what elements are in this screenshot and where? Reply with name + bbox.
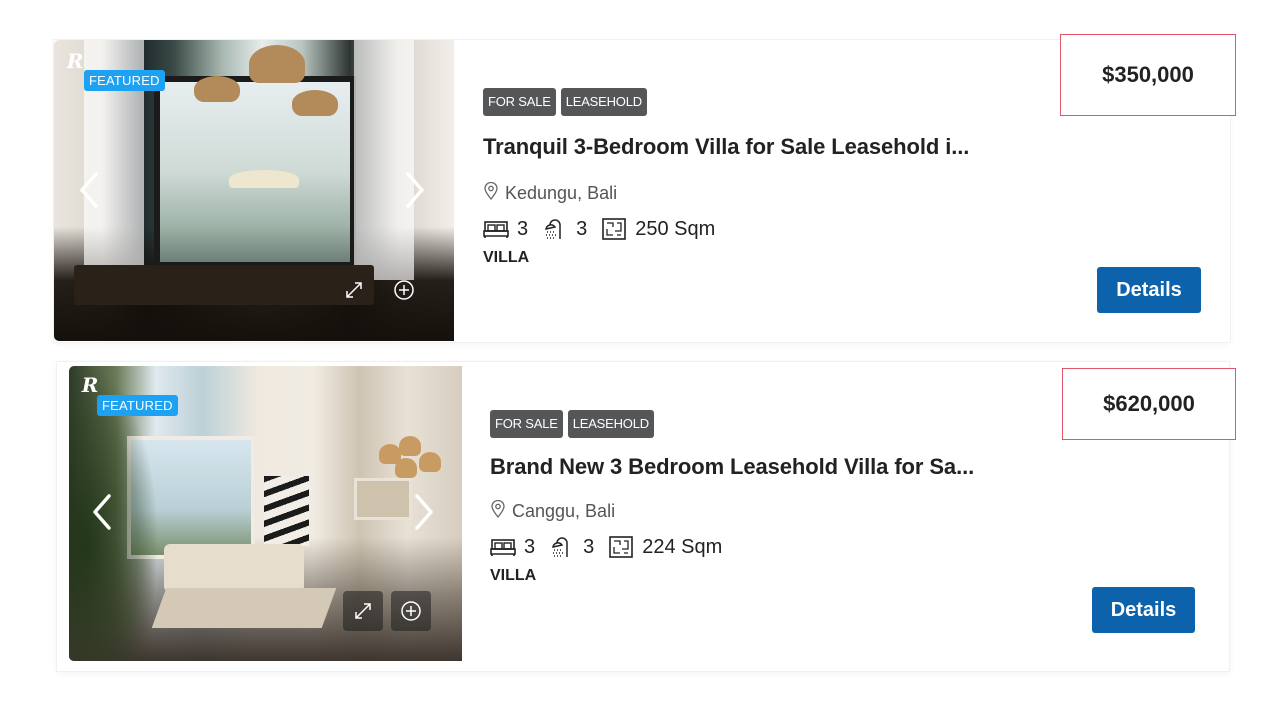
tag-list: FOR SALE LEASEHOLD: [490, 410, 1090, 438]
price-box: $620,000: [1062, 368, 1236, 440]
price-box: $350,000: [1060, 34, 1236, 116]
location-text: Canggu, Bali: [512, 501, 616, 521]
featured-badge: FEATURED: [97, 395, 178, 416]
bathroom-count: 3: [576, 217, 588, 240]
listing-price: $620,000: [1103, 391, 1195, 416]
photo-rug: [151, 588, 337, 628]
photo-pendant: [395, 458, 417, 478]
area-value: 250 Sqm: [635, 217, 716, 240]
listing-info: FOR SALE LEASEHOLD Brand New 3 Bedroom L…: [490, 410, 1090, 585]
chevron-right-icon[interactable]: [400, 170, 430, 210]
listing-title[interactable]: Tranquil 3-Bedroom Villa for Sale Leaseh…: [483, 134, 1083, 160]
tag-list: FOR SALE LEASEHOLD: [483, 88, 1083, 116]
details-button[interactable]: Details: [1097, 267, 1201, 313]
photo-lamp: [249, 45, 305, 83]
area-value: 224 Sqm: [642, 535, 723, 558]
expand-icon[interactable]: [334, 270, 374, 310]
listing-features: 3 3 250 Sqm: [483, 217, 1083, 241]
property-type: VILLA: [483, 249, 530, 266]
photo-pendant: [399, 436, 421, 456]
photo-lamp: [292, 90, 338, 116]
listing-price: $350,000: [1102, 62, 1194, 87]
property-type: VILLA: [490, 567, 537, 584]
tag-for-sale[interactable]: FOR SALE: [483, 88, 556, 116]
listing-location: Canggu, Bali: [490, 499, 1090, 523]
location-text: Kedungu, Bali: [505, 183, 618, 203]
details-button[interactable]: Details: [1092, 587, 1195, 633]
photo-pendant: [419, 452, 441, 472]
chevron-left-icon[interactable]: [74, 170, 104, 210]
floor-plan-icon: [601, 217, 627, 241]
listing-location: Kedungu, Bali: [483, 181, 1083, 205]
tag-leasehold[interactable]: LEASEHOLD: [560, 88, 647, 116]
listing-card: R FEATURED FOR SALE LEASEHOLD Brand New …: [57, 362, 1236, 671]
map-pin-icon: [483, 181, 499, 205]
listing-photo[interactable]: R FEATURED: [69, 366, 462, 661]
bathroom-count: 3: [583, 535, 595, 558]
photo-stairs: [264, 476, 309, 546]
shower-icon: [542, 217, 568, 241]
photo-curtain: [354, 40, 414, 280]
photo-artwork: [354, 478, 412, 520]
listing-card: R FEATURED FOR SALE LEASEHOLD Tranquil 3…: [54, 34, 1236, 342]
floor-plan-icon: [608, 535, 634, 559]
tag-for-sale[interactable]: FOR SALE: [490, 410, 563, 438]
tag-leasehold[interactable]: LEASEHOLD: [567, 410, 654, 438]
photo-lamp: [194, 76, 240, 102]
expand-icon[interactable]: [343, 591, 383, 631]
photo-umbrella: [229, 170, 299, 188]
photo-sofa: [164, 544, 304, 592]
bed-icon: [483, 217, 509, 241]
featured-badge: FEATURED: [84, 70, 165, 91]
bed-icon: [490, 535, 516, 559]
bedroom-count: 3: [524, 535, 536, 558]
plus-circle-icon[interactable]: [391, 591, 431, 631]
shower-icon: [549, 535, 575, 559]
plus-circle-icon[interactable]: [384, 270, 424, 310]
listing-title[interactable]: Brand New 3 Bedroom Leasehold Villa for …: [490, 454, 1090, 480]
listing-photo[interactable]: R FEATURED: [54, 40, 454, 341]
bedroom-count: 3: [517, 217, 529, 240]
chevron-left-icon[interactable]: [87, 492, 117, 532]
listing-info: FOR SALE LEASEHOLD Tranquil 3-Bedroom Vi…: [483, 88, 1083, 267]
map-pin-icon: [490, 499, 506, 523]
photo-table: [74, 265, 374, 305]
listing-features: 3 3 224 Sqm: [490, 535, 1090, 559]
chevron-right-icon[interactable]: [409, 492, 439, 532]
